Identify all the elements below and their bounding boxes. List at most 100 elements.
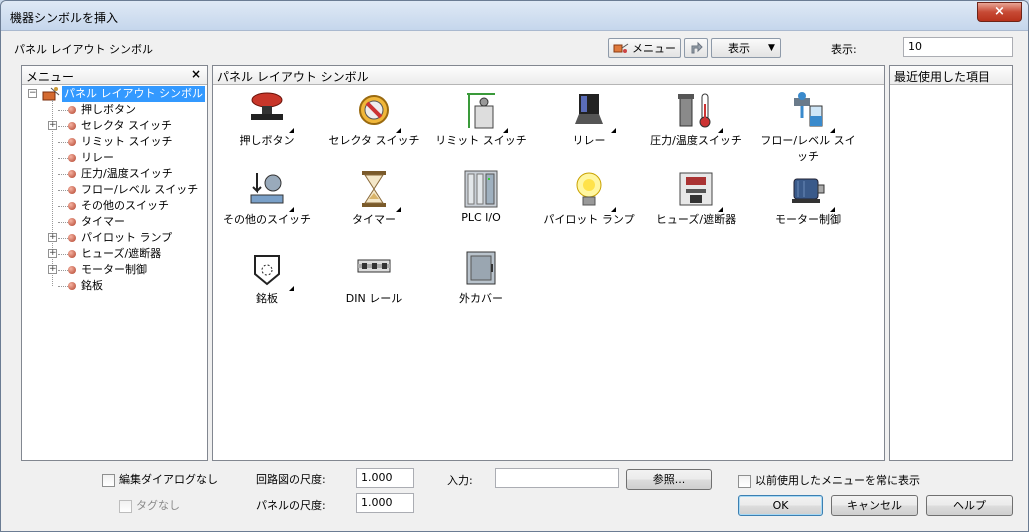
symbol-item[interactable]: フロー/レベル スイッチ bbox=[758, 90, 858, 163]
tree-connector bbox=[58, 110, 68, 111]
collapse-icon[interactable]: − bbox=[28, 89, 37, 98]
expand-icon[interactable]: + bbox=[48, 249, 57, 258]
display-count-label: 表示: bbox=[831, 43, 857, 56]
symbol-item[interactable]: DIN レール bbox=[324, 248, 424, 318]
tree-item-label: その他のスイッチ bbox=[81, 199, 169, 212]
panel-scale-label: パネルの尺度: bbox=[256, 499, 326, 512]
tree-connector bbox=[58, 254, 68, 255]
symbol-node-icon bbox=[68, 138, 76, 146]
panel-scale-input[interactable]: 1.000 bbox=[356, 493, 414, 513]
symbol-item[interactable]: PLC I/O bbox=[431, 169, 531, 239]
tree-connector bbox=[58, 190, 68, 191]
symbol-item[interactable]: その他のスイッチ bbox=[217, 169, 317, 239]
schematic-scale-input[interactable]: 1.000 bbox=[356, 468, 414, 488]
symbol-node-icon bbox=[68, 234, 76, 242]
symbol-node-icon bbox=[68, 218, 76, 226]
symbol-label: セレクタ スイッチ bbox=[328, 134, 420, 147]
symbol-item[interactable]: 銘板 bbox=[217, 248, 317, 318]
symbol-label: 圧力/温度スイッチ bbox=[650, 134, 742, 147]
tree-connector bbox=[58, 174, 68, 175]
no-edit-dialog-checkbox[interactable] bbox=[102, 473, 115, 487]
tree-item-label: リミット スイッチ bbox=[81, 135, 173, 148]
symbol-label: ヒューズ/遮断器 bbox=[655, 213, 737, 226]
tree-item-label: パイロット ランプ bbox=[81, 231, 173, 244]
tree-item-label: 銘板 bbox=[81, 279, 103, 292]
symbol-node-icon bbox=[68, 282, 76, 290]
cancel-button[interactable]: キャンセル bbox=[831, 495, 918, 516]
tree-item-label: モーター制御 bbox=[81, 263, 147, 276]
browse-button[interactable]: 参照... bbox=[626, 469, 712, 490]
view-dropdown-button[interactable]: 表示 ▼ bbox=[711, 38, 781, 58]
symbol-label: 外カバー bbox=[459, 292, 503, 305]
tree-connector bbox=[58, 206, 68, 207]
expand-icon[interactable]: + bbox=[48, 233, 57, 242]
tree-item-label: タイマー bbox=[81, 215, 125, 228]
no-tag-option[interactable]: タグなし bbox=[119, 497, 180, 513]
symbol-label: リミット スイッチ bbox=[435, 134, 527, 147]
pushbutton-icon bbox=[247, 90, 287, 130]
tree-item-label: 圧力/温度スイッチ bbox=[81, 167, 173, 180]
symbol-node-icon bbox=[68, 106, 76, 114]
menu-panel-title: メニュー bbox=[26, 70, 75, 84]
recent-panel-header: 最近使用した項目 bbox=[890, 66, 1012, 85]
symbol-label: 銘板 bbox=[256, 292, 278, 305]
menu-panel: メニュー × − パネル レイアウト シンボル 押しボタン + セレクタ スイッチリ… bbox=[21, 65, 208, 461]
symbol-label: フロー/レベル スイッチ bbox=[760, 134, 856, 163]
symbol-label: DIN レール bbox=[345, 292, 403, 305]
chevron-down-icon: ▼ bbox=[768, 43, 775, 53]
symbol-item[interactable]: パイロット ランプ bbox=[539, 169, 639, 239]
symbol-node-icon bbox=[68, 186, 76, 194]
pressure-temperature-icon bbox=[676, 90, 716, 130]
menu-button-label: メニュー bbox=[632, 42, 676, 55]
expand-icon[interactable]: + bbox=[48, 265, 57, 274]
symbol-item[interactable]: タイマー bbox=[324, 169, 424, 239]
tree-connector bbox=[58, 126, 68, 127]
symbol-node-icon bbox=[68, 250, 76, 258]
panel-layout-folder-icon bbox=[42, 87, 60, 101]
symbols-panel: パネル レイアウト シンボル 押しボタン セレクタ スイッチ リミット スイッチ リレ… bbox=[212, 65, 885, 461]
close-window-button[interactable]: × bbox=[977, 2, 1022, 22]
no-edit-dialog-option[interactable]: 編集ダイアログなし bbox=[102, 471, 218, 487]
no-tag-checkbox[interactable] bbox=[119, 499, 132, 513]
expand-icon[interactable]: + bbox=[48, 121, 57, 130]
timer-icon bbox=[354, 169, 394, 209]
up-arrow-icon bbox=[691, 41, 703, 54]
din-rail-icon bbox=[354, 248, 394, 288]
display-count-input[interactable]: 10 bbox=[903, 37, 1013, 57]
symbol-item[interactable]: ヒューズ/遮断器 bbox=[646, 169, 746, 239]
symbol-item[interactable]: 押しボタン bbox=[217, 90, 317, 160]
symbol-label: 押しボタン bbox=[239, 134, 295, 147]
symbol-node-icon bbox=[68, 122, 76, 130]
always-show-prev-menu-option[interactable]: 以前使用したメニューを常に表示 bbox=[738, 472, 920, 488]
tree-item-label: ヒューズ/遮断器 bbox=[81, 247, 162, 260]
symbol-item[interactable]: モーター制御 bbox=[758, 169, 858, 239]
help-button[interactable]: ヘルプ bbox=[926, 495, 1013, 516]
symbol-item[interactable]: 圧力/温度スイッチ bbox=[646, 90, 746, 160]
tree-item-label: フロー/レベル スイッチ bbox=[81, 183, 199, 196]
close-icon[interactable]: × bbox=[191, 67, 201, 81]
always-show-prev-menu-label: 以前使用したメニューを常に表示 bbox=[755, 474, 920, 487]
up-level-button[interactable] bbox=[684, 38, 708, 58]
tree-connector bbox=[58, 270, 68, 271]
tree-item-label: 押しボタン bbox=[81, 103, 136, 116]
ok-button[interactable]: OK bbox=[738, 495, 823, 516]
section-label: パネル レイアウト シンボル bbox=[14, 43, 153, 56]
symbol-item[interactable]: リレー bbox=[539, 90, 639, 160]
symbol-item[interactable]: 外カバー bbox=[431, 248, 531, 318]
input-field[interactable] bbox=[495, 468, 619, 488]
no-tag-label: タグなし bbox=[136, 499, 180, 512]
symbol-node-icon bbox=[68, 202, 76, 210]
symbol-item[interactable]: リミット スイッチ bbox=[431, 90, 531, 160]
always-show-prev-menu-checkbox[interactable] bbox=[738, 474, 751, 488]
fuse-breaker-icon bbox=[676, 169, 716, 209]
symbol-node-icon bbox=[68, 266, 76, 274]
nameplate-icon bbox=[247, 248, 287, 288]
symbol-label: パイロット ランプ bbox=[543, 213, 635, 226]
menu-toggle-button[interactable]: メニュー bbox=[608, 38, 681, 58]
symbol-node-icon bbox=[68, 170, 76, 178]
input-label: 入力: bbox=[447, 474, 473, 487]
symbol-item[interactable]: セレクタ スイッチ bbox=[324, 90, 424, 160]
relay-icon bbox=[569, 90, 609, 130]
tree-connector bbox=[58, 142, 68, 143]
tree-root-label: パネル レイアウト シンボル bbox=[62, 86, 205, 102]
